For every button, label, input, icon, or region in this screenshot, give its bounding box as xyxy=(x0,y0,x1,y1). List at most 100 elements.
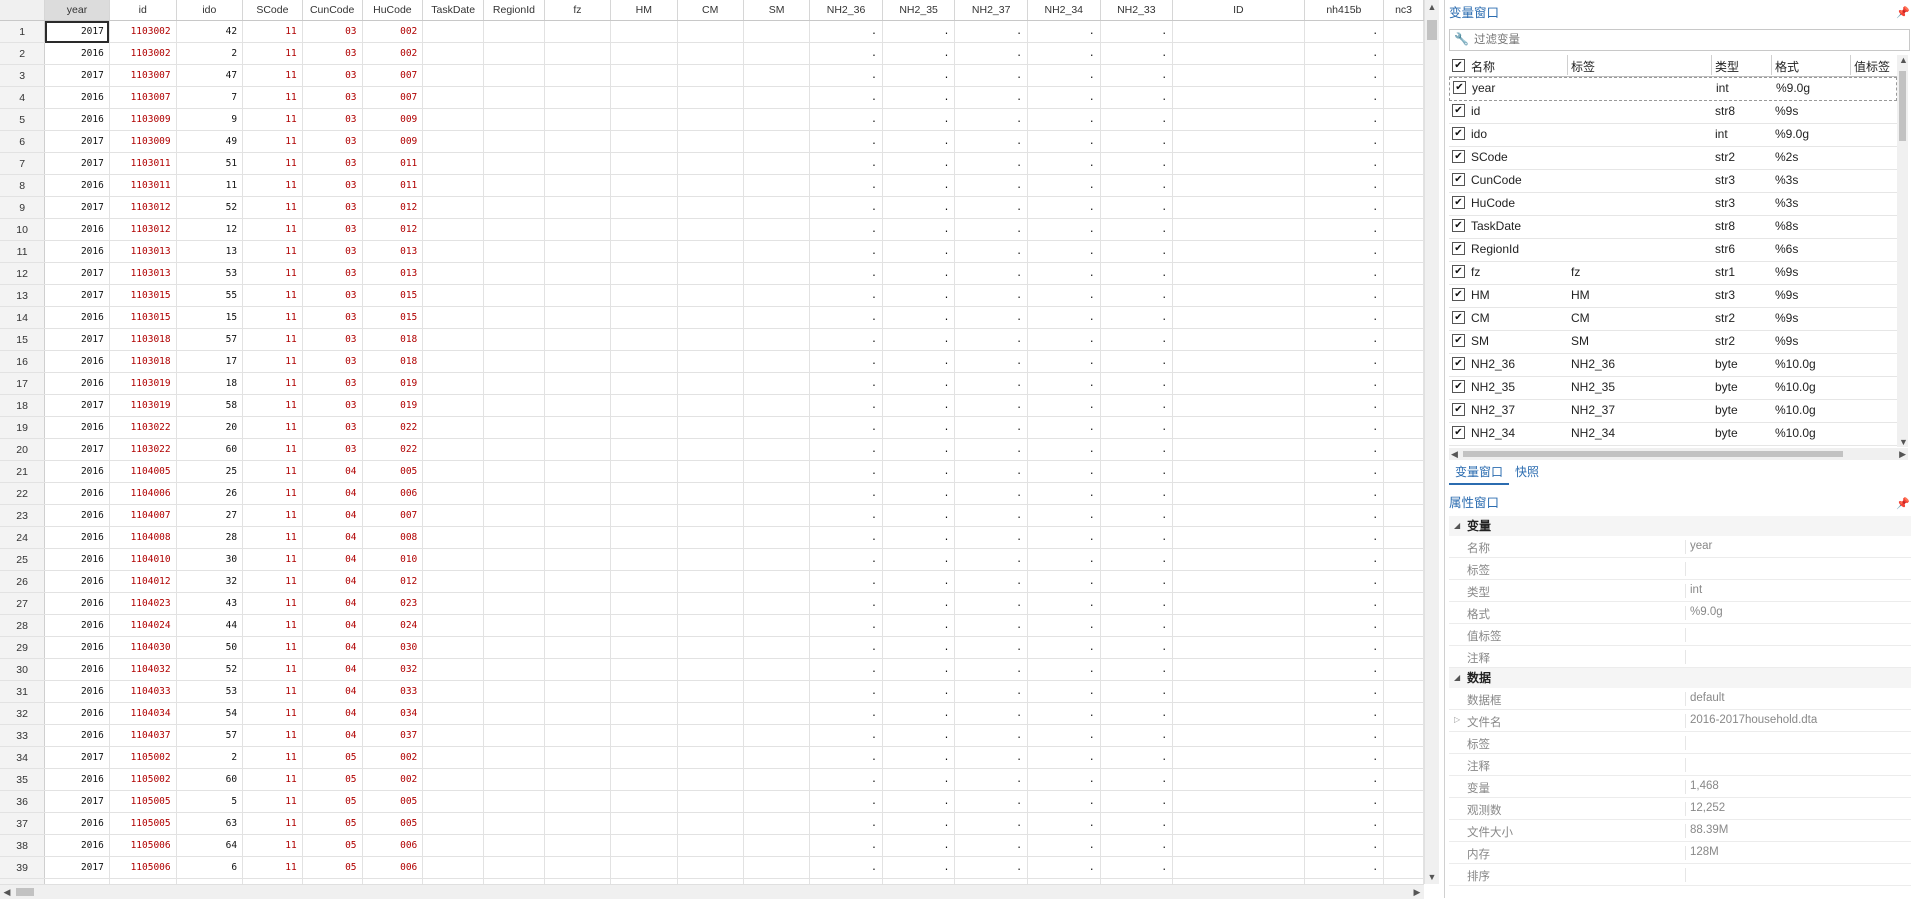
row-number[interactable]: 1 xyxy=(0,20,46,43)
cell-ido[interactable]: 9 xyxy=(176,108,244,131)
property-value[interactable]: 1,468 xyxy=(1685,780,1719,794)
cell-nh2-34[interactable]: . xyxy=(1027,130,1101,153)
column-header[interactable]: NH2_34 xyxy=(1027,0,1101,21)
row-number[interactable]: 36 xyxy=(0,790,46,813)
cell-nh2-33[interactable]: . xyxy=(1100,548,1174,571)
cell-cm[interactable] xyxy=(677,306,744,329)
cell-id[interactable]: 1104006 xyxy=(109,482,177,505)
cell-nc3[interactable] xyxy=(1383,658,1424,681)
cell-nh2-33[interactable]: . xyxy=(1100,438,1174,461)
cell-hucode[interactable]: 023 xyxy=(362,592,424,615)
cell-hm[interactable] xyxy=(610,614,678,637)
cell-taskdate[interactable] xyxy=(422,86,485,109)
cell-hucode[interactable]: 022 xyxy=(362,438,424,461)
row-number[interactable]: 7 xyxy=(0,152,46,175)
column-header[interactable]: NH2_33 xyxy=(1100,0,1174,21)
variables-vertical-scrollbar[interactable]: ▲ ▼ xyxy=(1897,55,1908,447)
cell-sm[interactable] xyxy=(743,174,811,197)
cell-nh2-34[interactable]: . xyxy=(1027,328,1101,351)
cell-nh2-35[interactable]: . xyxy=(882,680,956,703)
cell-sm[interactable] xyxy=(743,570,811,593)
cell-taskdate[interactable] xyxy=(422,790,485,813)
cell-nh2-33[interactable]: . xyxy=(1100,218,1174,241)
cell-scode[interactable]: 11 xyxy=(242,372,303,395)
cell-id-upper[interactable] xyxy=(1172,262,1305,285)
cell-cm[interactable] xyxy=(677,284,744,307)
cell-nh2-35[interactable]: . xyxy=(882,482,956,505)
cell-fz[interactable] xyxy=(544,262,612,285)
cell-id-upper[interactable] xyxy=(1172,460,1305,483)
row-number[interactable]: 8 xyxy=(0,174,46,197)
cell-fz[interactable] xyxy=(544,372,612,395)
cell-taskdate[interactable] xyxy=(422,856,485,879)
table-row[interactable]: 9 2017 1103012 52 11 03 012...... xyxy=(0,196,1424,219)
cell-hucode[interactable]: 015 xyxy=(362,306,424,329)
cell-cuncode[interactable]: 05 xyxy=(302,746,363,769)
cell-regionid[interactable] xyxy=(483,42,545,65)
cell-taskdate[interactable] xyxy=(422,284,485,307)
cell-scode[interactable]: 11 xyxy=(242,394,303,417)
cell-nh2-35[interactable]: . xyxy=(882,416,956,439)
cell-nh2-36[interactable]: . xyxy=(809,152,883,175)
cell-sm[interactable] xyxy=(743,196,811,219)
cell-year[interactable]: 2017 xyxy=(44,328,110,351)
cell-nc3[interactable] xyxy=(1383,284,1424,307)
cell-nh2-33[interactable]: . xyxy=(1100,790,1174,813)
cell-hucode[interactable]: 037 xyxy=(362,724,424,747)
cell-cm[interactable] xyxy=(677,548,744,571)
cell-regionid[interactable] xyxy=(483,658,545,681)
cell-nh2-35[interactable]: . xyxy=(882,504,956,527)
cell-hucode[interactable]: 007 xyxy=(362,504,424,527)
cell-nh415b[interactable]: . xyxy=(1304,636,1385,659)
cell-fz[interactable] xyxy=(544,20,612,43)
cell-year[interactable]: 2016 xyxy=(44,548,110,571)
cell-hucode[interactable]: 022 xyxy=(362,416,424,439)
cell-year[interactable]: 2016 xyxy=(44,350,110,373)
row-number[interactable]: 24 xyxy=(0,526,46,549)
row-number[interactable]: 35 xyxy=(0,768,46,791)
cell-nc3[interactable] xyxy=(1383,702,1424,725)
cell-scode[interactable]: 11 xyxy=(242,658,303,681)
column-header[interactable]: NH2_36 xyxy=(809,0,883,21)
cell-nh2-36[interactable]: . xyxy=(809,548,883,571)
variable-checkbox[interactable]: ✔ xyxy=(1452,426,1465,439)
variable-row[interactable]: ✔ id str8 %9s xyxy=(1449,101,1897,124)
cell-ido[interactable]: 64 xyxy=(176,834,244,857)
cell-nh2-34[interactable]: . xyxy=(1027,240,1101,263)
cell-year[interactable]: 2017 xyxy=(44,196,110,219)
cell-regionid[interactable] xyxy=(483,790,545,813)
cell-fz[interactable] xyxy=(544,130,612,153)
cell-nh2-33[interactable]: . xyxy=(1100,130,1174,153)
cell-nh2-37[interactable]: . xyxy=(954,768,1028,791)
cell-cuncode[interactable]: 03 xyxy=(302,174,363,197)
cell-nh415b[interactable]: . xyxy=(1304,592,1385,615)
cell-hm[interactable] xyxy=(610,570,678,593)
cell-nh2-35[interactable]: . xyxy=(882,284,956,307)
cell-scode[interactable]: 11 xyxy=(242,724,303,747)
header-label[interactable]: 标签 xyxy=(1571,58,1711,75)
cell-id[interactable]: 1103012 xyxy=(109,196,177,219)
cell-nh2-33[interactable]: . xyxy=(1100,570,1174,593)
column-header[interactable]: fz xyxy=(544,0,612,21)
cell-nh2-37[interactable]: . xyxy=(954,196,1028,219)
cell-nh2-35[interactable]: . xyxy=(882,438,956,461)
cell-id-upper[interactable] xyxy=(1172,416,1305,439)
cell-year[interactable]: 2016 xyxy=(44,218,110,241)
cell-nh415b[interactable]: . xyxy=(1304,702,1385,725)
cell-id-upper[interactable] xyxy=(1172,482,1305,505)
cell-sm[interactable] xyxy=(743,768,811,791)
cell-taskdate[interactable] xyxy=(422,768,485,791)
cell-cuncode[interactable]: 04 xyxy=(302,548,363,571)
cell-id-upper[interactable] xyxy=(1172,746,1305,769)
cell-cm[interactable] xyxy=(677,614,744,637)
cell-ido[interactable]: 47 xyxy=(176,64,244,87)
cell-nh415b[interactable]: . xyxy=(1304,152,1385,175)
cell-year[interactable]: 2017 xyxy=(44,746,110,769)
cell-nh415b[interactable]: . xyxy=(1304,262,1385,285)
cell-nh2-37[interactable]: . xyxy=(954,64,1028,87)
filter-variables-box[interactable]: 🔧 xyxy=(1449,29,1910,51)
cell-nh2-35[interactable]: . xyxy=(882,592,956,615)
row-number[interactable]: 17 xyxy=(0,372,46,395)
cell-cm[interactable] xyxy=(677,130,744,153)
cell-year[interactable]: 2016 xyxy=(44,768,110,791)
